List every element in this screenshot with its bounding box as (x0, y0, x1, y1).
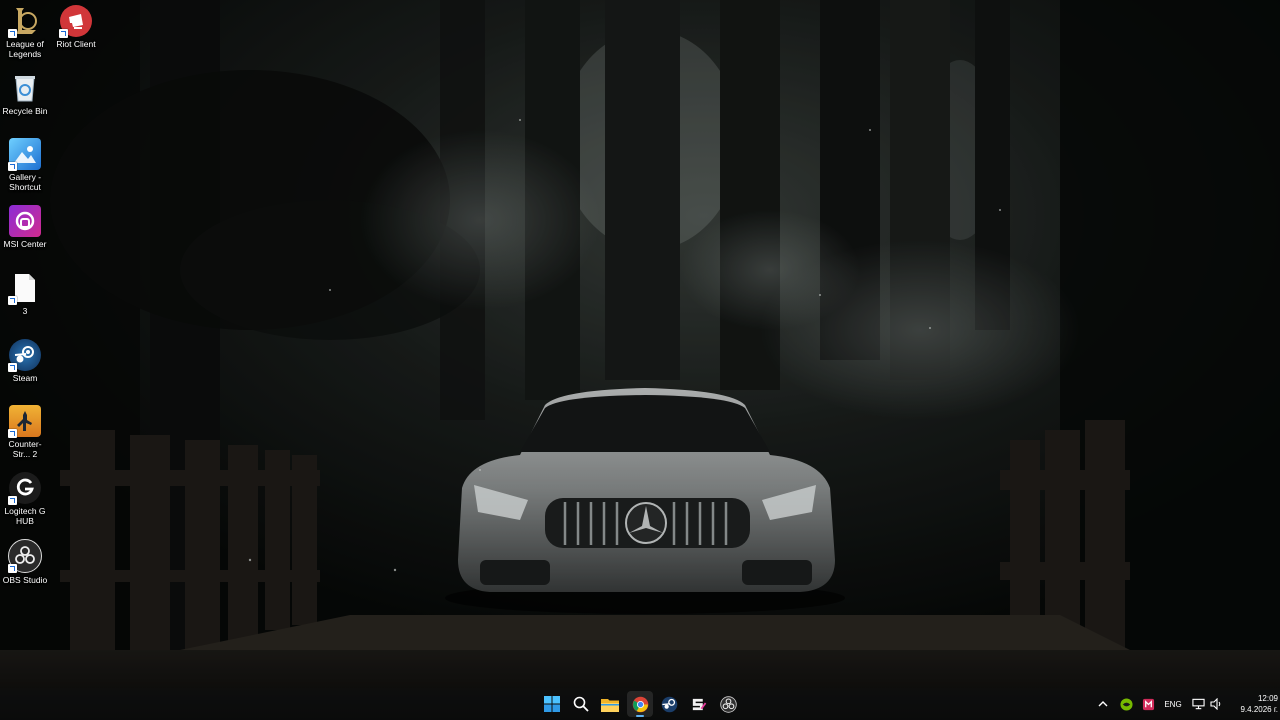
desktop-icon-label: Recycle Bin (2, 106, 48, 116)
desktop-icon-league-of-legends[interactable]: League of Legends (0, 0, 50, 59)
shortcut-arrow-icon (59, 29, 68, 38)
steam-icon (661, 696, 677, 712)
taskbar-search-button[interactable] (568, 691, 594, 717)
gallery-icon (8, 138, 41, 171)
desktop-icon-logitech-g-hub[interactable]: Logitech G HUB (0, 467, 50, 526)
shortcut-arrow-icon (8, 162, 17, 171)
app-s-icon (692, 698, 706, 710)
active-app-indicator (636, 715, 644, 717)
shortcut-arrow-icon (8, 496, 17, 505)
shortcut-arrow-icon (8, 296, 17, 305)
obs-studio-icon (8, 539, 42, 573)
desktop-icon-label: Logitech G HUB (4, 506, 46, 526)
obs-studio-icon (719, 695, 737, 713)
tray-nvidia-button[interactable] (1115, 691, 1137, 717)
recycle-bin-icon (9, 72, 41, 104)
msi-tray-icon (1142, 698, 1154, 710)
tray-clock-button[interactable]: 12:09 9.4.2026 г. (1228, 691, 1278, 717)
chevron-up-icon (1098, 701, 1108, 707)
file-icon (8, 272, 41, 305)
shortcut-arrow-icon (8, 29, 17, 38)
taskbar: ENG 12:09 9.4.2026 г. (0, 688, 1280, 720)
volume-icon (1210, 698, 1221, 710)
taskbar-file-explorer-button[interactable] (597, 691, 623, 717)
search-icon (573, 696, 589, 712)
riot-client-icon (59, 5, 92, 38)
desktop-icon-steam[interactable]: Steam (0, 334, 50, 383)
desktop-icon-label: Riot Client (56, 39, 96, 49)
desktop-icon-label: MSI Center (3, 239, 47, 249)
desktop-icon-label: Counter-Str... 2 (8, 439, 42, 459)
msi-center-icon (9, 205, 41, 237)
network-icon (1192, 698, 1205, 710)
steam-icon (8, 339, 41, 372)
taskbar-steam-button[interactable] (656, 691, 682, 717)
desktop-icon-label: OBS Studio (2, 575, 48, 585)
league-of-legends-icon (8, 5, 41, 38)
desktop-icon-label: Gallery - Shortcut (8, 172, 42, 192)
clock-date: 9.4.2026 г. (1240, 705, 1278, 714)
chrome-icon (632, 696, 648, 712)
desktop-icon-label: Steam (12, 373, 38, 383)
taskbar-start-button[interactable] (539, 691, 565, 717)
desktop-icon-recycle-bin[interactable]: Recycle Bin (0, 67, 50, 116)
language-indicator: ENG (1164, 699, 1182, 709)
tray-language-button[interactable]: ENG (1160, 691, 1186, 717)
desktop-icon-label: League of Legends (6, 39, 44, 59)
desktop-icon-counter-strike-2[interactable]: Counter-Str... 2 (0, 400, 50, 459)
tray-network-volume-button[interactable] (1188, 691, 1226, 717)
shortcut-arrow-icon (8, 363, 17, 372)
desktop-icon-gallery-shortcut[interactable]: Gallery - Shortcut (0, 133, 50, 192)
desktop-icon-msi-center[interactable]: MSI Center (0, 200, 50, 249)
taskbar-app-s-button[interactable] (685, 691, 711, 717)
taskbar-chrome-button[interactable] (627, 691, 653, 717)
windows-start-icon (544, 696, 560, 712)
file-explorer-icon (601, 698, 619, 712)
tray-msi-button[interactable] (1137, 691, 1159, 717)
desktop-icon-obs-studio[interactable]: OBS Studio (0, 534, 50, 585)
desktop-wallpaper (0, 0, 1280, 720)
desktop-icon-label: 3 (22, 306, 28, 316)
counter-strike-icon (8, 405, 41, 438)
shortcut-arrow-icon (8, 429, 17, 438)
tray-show-hidden-icons-button[interactable] (1092, 691, 1114, 717)
shortcut-arrow-icon (8, 564, 17, 573)
desktop-icon-file-3[interactable]: 3 (0, 267, 50, 316)
clock-time: 12:09 (1257, 694, 1278, 703)
logitech-ghub-icon (8, 472, 41, 505)
desktop-icon-riot-client[interactable]: Riot Client (51, 0, 101, 49)
nvidia-icon (1119, 697, 1133, 711)
taskbar-obs-studio-button[interactable] (715, 691, 741, 717)
